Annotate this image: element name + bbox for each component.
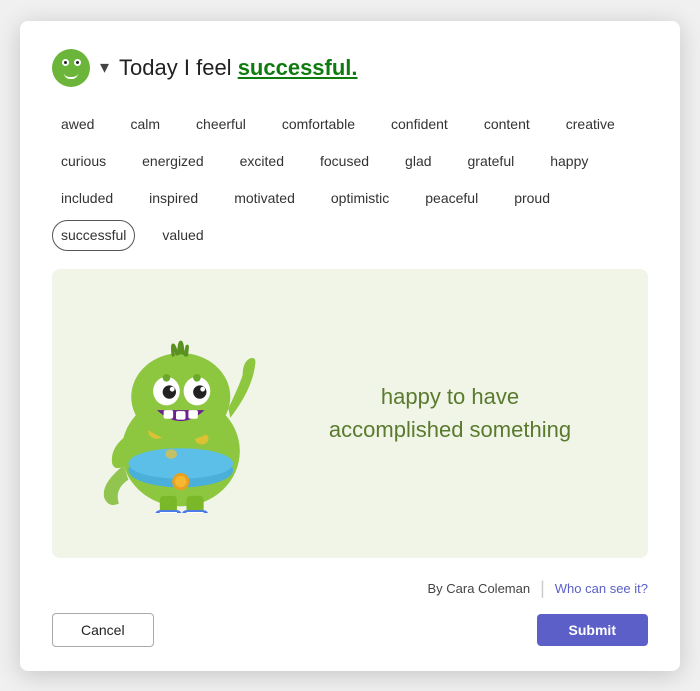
feeling-item-included[interactable]: included (52, 183, 122, 214)
footer-actions: Cancel Submit (52, 613, 648, 647)
feeling-item-curious[interactable]: curious (52, 146, 115, 177)
title-prefix: Today I feel (119, 55, 232, 80)
who-can-see-link[interactable]: Who can see it? (555, 581, 648, 596)
feeling-item-optimistic[interactable]: optimistic (322, 183, 398, 214)
feeling-item-successful[interactable]: successful (52, 220, 135, 251)
feeling-item-awed[interactable]: awed (52, 109, 103, 140)
feeling-item-energized[interactable]: energized (133, 146, 213, 177)
feeling-item-content[interactable]: content (475, 109, 539, 140)
feeling-item-calm[interactable]: calm (121, 109, 169, 140)
modal: ▾ Today I feel successful. awed calm cheer… (20, 21, 680, 671)
feeling-item-creative[interactable]: creative (557, 109, 624, 140)
footer-meta: By Cara Coleman | Who can see it? (52, 578, 648, 599)
header: ▾ Today I feel successful. (52, 49, 648, 87)
header-title: Today I feel successful. (119, 55, 357, 81)
feeling-item-focused[interactable]: focused (311, 146, 378, 177)
feeling-item-confident[interactable]: confident (382, 109, 457, 140)
feeling-item-peaceful[interactable]: peaceful (416, 183, 487, 214)
feeling-item-happy[interactable]: happy (541, 146, 597, 177)
monster-illustration (91, 313, 261, 513)
monster-area (76, 313, 276, 513)
feeling-item-cheerful[interactable]: cheerful (187, 109, 255, 140)
cancel-button[interactable]: Cancel (52, 613, 154, 647)
feeling-item-valued[interactable]: valued (153, 220, 212, 251)
feeling-item-glad[interactable]: glad (396, 146, 440, 177)
feeling-item-grateful[interactable]: grateful (459, 146, 524, 177)
feelings-grid: awed calm cheerful comfortable confident cont… (52, 109, 648, 251)
divider: | (540, 578, 545, 599)
chevron-icon[interactable]: ▾ (100, 57, 109, 78)
feeling-item-excited[interactable]: excited (231, 146, 293, 177)
feeling-item-motivated[interactable]: motivated (225, 183, 304, 214)
feeling-description: happy to have accomplished something (276, 380, 624, 446)
feeling-item-comfortable[interactable]: comfortable (273, 109, 364, 140)
feeling-card: happy to have accomplished something (52, 269, 648, 558)
selected-feeling-label: successful. (238, 55, 358, 80)
author-label: By Cara Coleman (427, 581, 530, 596)
description-line2: accomplished something (329, 417, 571, 442)
feeling-item-inspired[interactable]: inspired (140, 183, 207, 214)
description-line1: happy to have (381, 384, 519, 409)
feeling-item-proud[interactable]: proud (505, 183, 559, 214)
avatar (52, 49, 90, 87)
submit-button[interactable]: Submit (537, 614, 648, 646)
